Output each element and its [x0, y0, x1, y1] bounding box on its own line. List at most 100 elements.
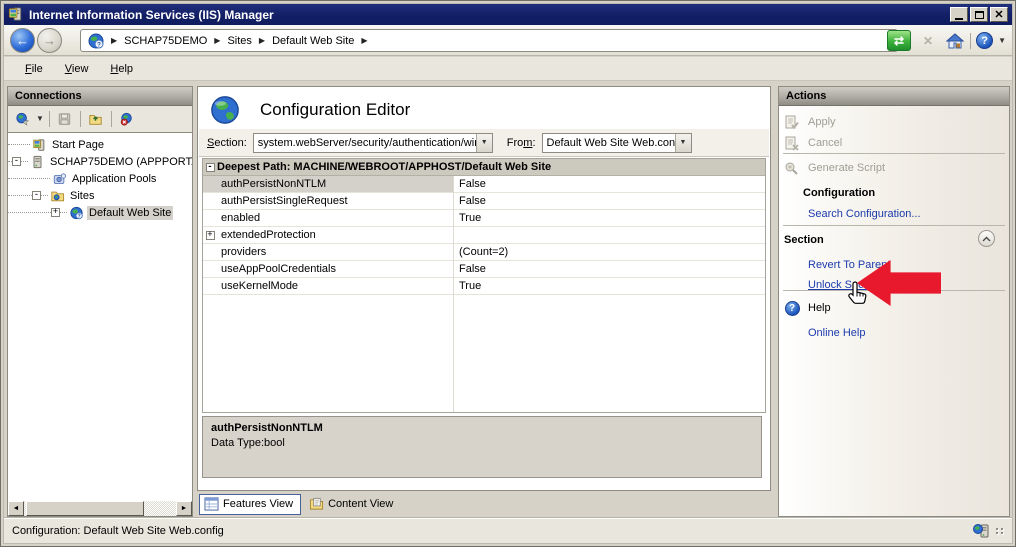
features-view-icon — [204, 497, 219, 511]
grid-row[interactable]: enabled True — [203, 210, 765, 227]
tree-expander-icon[interactable]: + — [51, 208, 60, 217]
title-bar: Internet Information Services (IIS) Mana… — [4, 4, 1012, 25]
configuration-group-header: Configuration — [779, 184, 1003, 202]
iis-manager-window: Internet Information Services (IIS) Mana… — [0, 0, 1016, 547]
menu-help[interactable]: Help — [101, 60, 142, 78]
tree-item-application-pools[interactable]: Application Pools — [8, 170, 192, 187]
minimize-button[interactable] — [950, 7, 968, 22]
combo-dropdown-icon[interactable]: ▼ — [675, 134, 691, 152]
breadcrumb-chevron-icon: ▶ — [361, 36, 367, 45]
cancel-button-disabled: Cancel — [779, 134, 1003, 152]
section-group-header: Section — [779, 231, 1003, 249]
breadcrumb-item-sites[interactable]: Sites — [227, 35, 251, 47]
tree-item-start-page[interactable]: Start Page — [8, 136, 192, 153]
tree-item-sites[interactable]: - Sites — [8, 187, 192, 204]
web-site-globe-icon: ? — [69, 206, 84, 220]
home-icon[interactable] — [945, 32, 965, 50]
window-title: Internet Information Services (IIS) Mana… — [29, 8, 948, 22]
status-bar: Configuration: Default Web Site Web.conf… — [4, 518, 1012, 543]
stop-icon: ✕ — [923, 34, 933, 48]
search-configuration-link[interactable]: Search Configuration... — [779, 205, 1003, 223]
menu-bar: File View Help — [4, 57, 1012, 81]
forward-button[interactable]: → — [37, 28, 62, 53]
group-collapse-icon[interactable]: - — [206, 163, 215, 172]
collapse-section-icon[interactable] — [978, 230, 995, 247]
grid-row[interactable]: providers (Count=2) — [203, 244, 765, 261]
refresh-icon: ⇄ — [894, 34, 904, 48]
actions-separator — [783, 225, 1005, 226]
up-level-folder-icon[interactable] — [88, 112, 103, 126]
revert-to-parent-link[interactable]: Revert To Parent — [779, 256, 1003, 274]
row-expand-icon[interactable]: + — [206, 231, 215, 240]
connections-horizontal-scrollbar[interactable]: ◄ ► — [8, 501, 192, 516]
scroll-left-icon[interactable]: ◄ — [8, 501, 24, 516]
server-icon — [30, 155, 45, 169]
apply-button-disabled: Apply — [779, 113, 1003, 131]
back-button[interactable]: ← — [10, 28, 35, 53]
generate-script-button-disabled: Generate Script — [779, 159, 1003, 177]
grid-row[interactable]: authPersistNonNTLM False — [203, 176, 765, 193]
delete-connection-icon[interactable] — [119, 112, 134, 126]
connection-status-icon — [973, 523, 990, 539]
online-help-link[interactable]: Online Help — [779, 324, 1003, 342]
configuration-editor-icon — [210, 95, 240, 125]
connections-tree: Start Page - SCHAP75DEMO (APPPORTAL — [8, 132, 192, 501]
breadcrumb-item-server[interactable]: SCHAP75DEMO — [124, 35, 207, 47]
breadcrumb[interactable]: ? ▶ SCHAP75DEMO ▶ Sites ▶ Default Web Si… — [80, 29, 898, 52]
view-tabs: Features View Content View — [199, 493, 400, 515]
create-connection-caret-icon[interactable]: ▼ — [36, 114, 44, 123]
tree-expander-icon[interactable]: - — [12, 157, 21, 166]
tree-item-default-web-site[interactable]: + ? Default Web Site — [8, 204, 192, 221]
scroll-right-icon[interactable]: ► — [176, 501, 192, 516]
grid-row[interactable]: useAppPoolCredentials False — [203, 261, 765, 278]
tree-expander-icon[interactable]: - — [32, 191, 41, 200]
menu-file[interactable]: File — [16, 60, 52, 78]
grid-row[interactable]: + extendedProtection — [203, 227, 765, 244]
content-view-icon — [309, 497, 324, 511]
svg-text:?: ? — [97, 41, 101, 48]
breadcrumb-item-default-web-site[interactable]: Default Web Site — [272, 35, 354, 47]
start-page-icon — [32, 138, 47, 152]
property-data-type: Data Type:bool — [211, 437, 753, 449]
cursor-hand-icon — [846, 280, 870, 308]
grid-group-header[interactable]: - Deepest Path: MACHINE/WEBROOT/APPHOST/… — [203, 159, 765, 176]
help-icon[interactable]: ? — [976, 32, 993, 49]
from-label: From: — [507, 137, 536, 149]
property-name: authPersistNonNTLM — [211, 422, 753, 434]
section-combobox[interactable]: system.webServer/security/authentication… — [253, 133, 493, 153]
toolbar-separator — [80, 111, 81, 127]
help-caret-icon[interactable]: ▼ — [998, 36, 1006, 45]
create-connection-icon[interactable] — [15, 112, 30, 126]
iis-app-icon — [8, 7, 24, 22]
section-label: Section: — [207, 137, 247, 149]
save-connections-icon-disabled — [57, 112, 72, 126]
grid-row[interactable]: useKernelMode True — [203, 278, 765, 295]
navigation-toolbar: ← → ? ▶ SCHAP75DEMO ▶ Sites ▶ Default We… — [4, 25, 1012, 56]
status-text: Configuration: Default Web Site Web.conf… — [12, 525, 973, 537]
stop-button-disabled: ✕ — [916, 30, 940, 51]
tab-features-view[interactable]: Features View — [199, 494, 301, 515]
section-selector-band: Section: system.webServer/security/authe… — [199, 129, 769, 157]
combo-dropdown-icon[interactable]: ▼ — [476, 134, 492, 152]
connections-panel: Connections ▼ — [7, 86, 193, 517]
close-button[interactable]: ✕ — [990, 7, 1008, 22]
tab-content-view[interactable]: Content View — [305, 495, 400, 514]
toolbar-separator — [49, 111, 50, 127]
tree-item-server[interactable]: - SCHAP75DEMO (APPPORTAL — [8, 153, 192, 170]
breadcrumb-chevron-icon: ▶ — [111, 36, 117, 45]
maximize-button[interactable] — [970, 7, 988, 22]
actions-separator — [783, 153, 1005, 154]
help-link[interactable]: ? Help — [779, 299, 1003, 317]
back-arrow-icon: ← — [16, 33, 29, 48]
cancel-icon — [784, 136, 800, 151]
scrollbar-thumb[interactable] — [26, 501, 144, 516]
actions-panel: Actions Apply Cancel Generat — [778, 86, 1010, 517]
menu-view[interactable]: View — [56, 60, 98, 78]
refresh-button[interactable]: ⇄ — [887, 30, 911, 51]
toolbar-separator — [111, 111, 112, 127]
from-combobox[interactable]: Default Web Site Web.config ▼ — [542, 133, 692, 153]
connections-header: Connections — [8, 87, 192, 106]
grid-column-divider — [453, 176, 454, 412]
grid-row[interactable]: authPersistSingleRequest False — [203, 193, 765, 210]
resize-grip[interactable] — [996, 528, 1004, 534]
